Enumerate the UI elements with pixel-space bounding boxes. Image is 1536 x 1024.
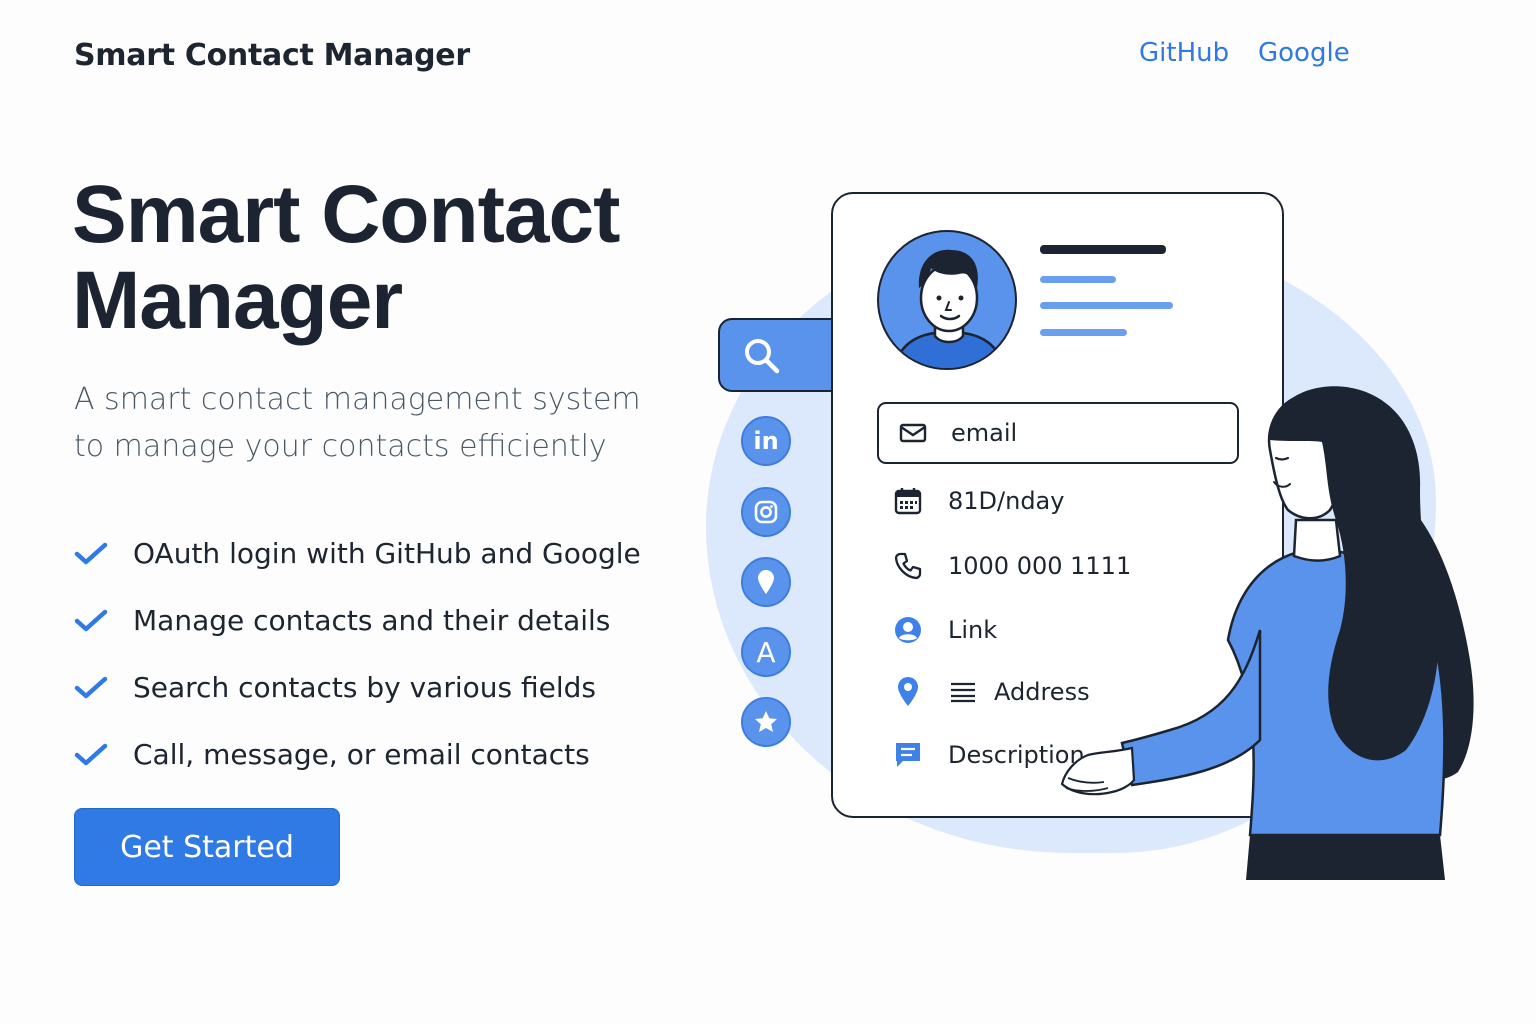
check-icon	[74, 743, 108, 765]
feature-text: Manage contacts and their details	[133, 604, 611, 637]
link-row: Link	[893, 615, 997, 645]
message-icon	[893, 740, 923, 770]
hero-title: Smart Contact Manager	[72, 169, 620, 346]
get-started-button[interactable]: Get Started	[74, 808, 340, 886]
text-lines-icon	[948, 677, 978, 707]
phone-icon	[893, 551, 923, 581]
check-icon	[74, 542, 108, 564]
linkedin-icon: in	[741, 416, 791, 466]
search-icon	[745, 339, 780, 374]
location-pin-icon	[741, 557, 791, 607]
feature-item: Manage contacts and their details	[74, 587, 641, 654]
detail-placeholder-bar	[1040, 276, 1116, 283]
search-tab	[718, 318, 848, 392]
brand-title: Smart Contact Manager	[74, 38, 470, 73]
feature-text: OAuth login with GitHub and Google	[133, 537, 641, 570]
nav-link-github[interactable]: GitHub	[1139, 38, 1229, 68]
detail-placeholder-bar	[1040, 302, 1173, 309]
mail-icon	[899, 423, 927, 443]
name-placeholder-bar	[1040, 245, 1166, 254]
hero-subtitle: A smart contact management system to man…	[74, 382, 641, 464]
feature-text: Search contacts by various fields	[133, 671, 596, 704]
star-icon	[741, 697, 791, 747]
feature-list: OAuth login with GitHub and Google Manag…	[74, 520, 641, 788]
user-circle-icon	[893, 615, 923, 645]
date-row: 81D/nday	[893, 486, 1064, 516]
check-icon	[74, 676, 108, 698]
feature-item: Call, message, or email contacts	[74, 721, 641, 788]
description-row: Description	[893, 740, 1085, 770]
date-value: 81D/nday	[948, 487, 1065, 515]
feature-text: Call, message, or email contacts	[133, 738, 590, 771]
feature-item: OAuth login with GitHub and Google	[74, 520, 641, 587]
calendar-icon	[893, 486, 923, 516]
detail-placeholder-bar	[1040, 329, 1127, 336]
check-icon	[74, 609, 108, 631]
link-value: Link	[948, 616, 998, 644]
instagram-icon	[741, 487, 791, 537]
woman-figure	[1060, 386, 1474, 880]
hero-illustration: in A email 81D/nday 1000 000 1111 Link A…	[700, 180, 1520, 900]
letter-a-icon: A	[741, 627, 791, 677]
feature-item: Search contacts by various fields	[74, 654, 641, 721]
location-pin-icon	[893, 677, 923, 707]
nav-link-google[interactable]: Google	[1258, 38, 1350, 68]
avatar	[877, 230, 1017, 370]
